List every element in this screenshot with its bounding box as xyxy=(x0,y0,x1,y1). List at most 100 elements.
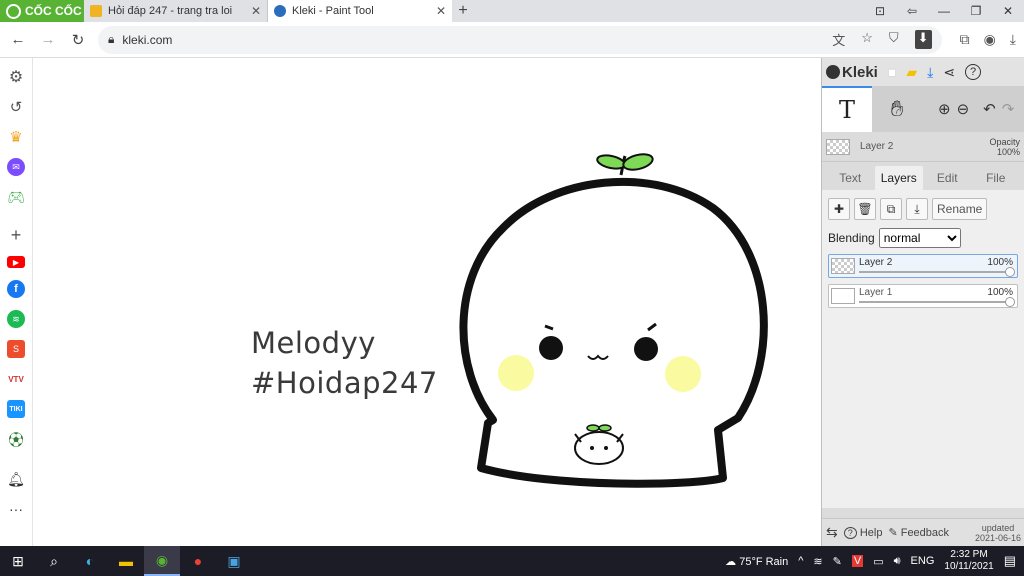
small-buddy-eye-left xyxy=(590,446,594,450)
new-tab-button[interactable]: + xyxy=(452,0,474,22)
minimize-button[interactable]: — xyxy=(928,4,960,18)
merge-layer-button[interactable]: ⤓ xyxy=(906,198,928,220)
blending-select[interactable]: normal xyxy=(878,228,961,248)
tab-layers[interactable]: Layers xyxy=(874,166,923,190)
profile-icon[interactable]: ◉ xyxy=(984,31,996,48)
close-window-button[interactable]: ✕ xyxy=(992,4,1024,18)
downloads-icon[interactable]: ⤓ xyxy=(1010,31,1016,48)
zoom-in-icon[interactable]: ⊕ xyxy=(938,100,951,118)
layer-opacity-slider[interactable] xyxy=(859,271,1011,273)
close-icon[interactable]: ✕ xyxy=(436,4,446,18)
photos-taskbar-button[interactable]: ▣ xyxy=(216,546,252,576)
share-icon[interactable]: ⋖ xyxy=(943,64,955,81)
extensions-icon[interactable]: ⧉ xyxy=(960,31,970,48)
hoidap-favicon-icon xyxy=(90,5,102,17)
left-cheek xyxy=(498,355,534,391)
text-tool-button[interactable]: T xyxy=(822,86,872,132)
layer-item-layer-1[interactable]: Layer 1 100% xyxy=(828,284,1018,308)
shopee-icon[interactable]: S xyxy=(7,340,25,358)
restore-button[interactable]: ❐ xyxy=(960,4,992,18)
swap-side-icon[interactable]: ⇆ xyxy=(826,524,838,541)
history-icon[interactable]: ↺ xyxy=(7,98,25,116)
football-icon[interactable]: ⚽︎ xyxy=(7,430,25,449)
redo-icon[interactable]: ↷ xyxy=(1002,100,1015,118)
zoom-out-icon[interactable]: ⊖ xyxy=(957,100,970,118)
explorer-taskbar-button[interactable]: ▬ xyxy=(108,546,144,576)
tiki-icon[interactable]: TIKI xyxy=(7,400,25,418)
youtube-icon[interactable]: ▶ xyxy=(7,256,25,268)
kleki-logo[interactable]: Kleki xyxy=(826,64,878,81)
close-icon[interactable]: ✕ xyxy=(251,4,261,18)
canvas-drawing xyxy=(459,153,768,488)
volume-icon[interactable]: 🔊︎ xyxy=(894,555,901,568)
slider-knob[interactable] xyxy=(1005,297,1015,307)
opacity-label: Opacity xyxy=(989,136,1020,147)
drawing-canvas[interactable]: Melodyy #Hoidap247 xyxy=(33,58,821,546)
star-icon[interactable]: ☆ xyxy=(861,30,873,49)
shield-icon[interactable]: ⛉ xyxy=(889,30,899,49)
translate-icon[interactable]: 文 xyxy=(832,30,845,49)
coccoc-taskbar-button[interactable]: ◉ xyxy=(144,546,180,576)
history-controls: ↶ ↷ xyxy=(983,100,1014,118)
pen-icon[interactable]: ✎ xyxy=(833,555,842,568)
crown-icon[interactable]: ♛ xyxy=(7,128,25,146)
hand-tool-button[interactable]: ✋︎ xyxy=(872,89,922,129)
chrome-taskbar-button[interactable]: ● xyxy=(180,546,216,576)
help-icon[interactable]: ? xyxy=(965,64,982,80)
more-icon[interactable]: ··· xyxy=(7,500,25,518)
gamepad-icon[interactable]: 🎮︎ xyxy=(7,188,25,206)
clock[interactable]: 2:32 PM 10/11/2021 xyxy=(944,549,993,573)
feedback-icon: ✎ xyxy=(888,527,898,539)
download-media-icon[interactable]: ⬇ xyxy=(914,30,932,49)
new-image-icon[interactable]: ■ xyxy=(888,64,896,80)
wifi-icon[interactable]: ≋ xyxy=(813,555,822,568)
search-button[interactable]: ⌕ xyxy=(36,546,72,576)
tab-file[interactable]: File xyxy=(972,166,1021,190)
tab-text[interactable]: Text xyxy=(826,166,875,190)
feedback-link[interactable]: ✎ Feedback xyxy=(888,526,949,539)
coccoc-menu-button[interactable]: CỐC CỐC xyxy=(0,0,84,22)
layer-name: Layer 1 xyxy=(859,287,893,298)
delete-layer-button[interactable]: 🗑︎ xyxy=(854,198,876,220)
gear-icon[interactable]: ⚙ xyxy=(7,68,25,86)
tab-kleki[interactable]: Kleki - Paint Tool ✕ xyxy=(268,0,452,22)
undo-icon[interactable]: ↶ xyxy=(983,100,996,118)
vtv-icon[interactable]: VTV xyxy=(7,370,25,388)
forward-button[interactable]: → xyxy=(38,31,58,48)
weather-widget[interactable]: ☁︎ 75°F Rain xyxy=(725,555,788,568)
start-button[interactable]: ⊞ xyxy=(0,546,36,576)
slider-knob[interactable] xyxy=(1005,267,1015,277)
sprout-leaf-right xyxy=(622,153,654,171)
system-tray: ☁︎ 75°F Rain ^ ≋ ✎ V ▭ 🔊︎ ENG 2:32 PM 10… xyxy=(725,549,1024,573)
tab-edit[interactable]: Edit xyxy=(923,166,972,190)
rename-button[interactable]: Rename xyxy=(932,198,988,220)
duplicate-layer-button[interactable]: ⧉ xyxy=(880,198,902,220)
facebook-icon[interactable]: f xyxy=(7,280,25,298)
chevron-up-icon[interactable]: ^ xyxy=(798,555,803,567)
back-button[interactable]: ← xyxy=(8,31,28,48)
bell-icon[interactable]: 🔔︎ xyxy=(7,470,25,488)
edge-taskbar-button[interactable]: ◐ xyxy=(72,546,108,576)
battery-icon[interactable]: ▭ xyxy=(873,555,883,568)
notification-icon[interactable]: ▤ xyxy=(1004,553,1016,569)
kleki-logo-icon xyxy=(826,65,840,79)
download-icon[interactable]: ⤓ xyxy=(927,64,933,81)
messenger-icon[interactable]: ✉ xyxy=(7,158,25,176)
reading-mode-icon[interactable]: ⊡ xyxy=(864,4,896,18)
layer-item-layer-2[interactable]: Layer 2 100% xyxy=(828,254,1018,278)
updated-info: updated 2021-06-16 xyxy=(975,523,1021,543)
help-link[interactable]: ? Help xyxy=(843,526,882,539)
layer-opacity-slider[interactable] xyxy=(859,301,1011,303)
tab-hoidap247[interactable]: Hỏi đáp 247 - trang tra loi ✕ xyxy=(84,0,268,22)
vivaldi-tray-icon[interactable]: V xyxy=(851,555,864,567)
back-arrow-icon[interactable]: ⇦ xyxy=(896,4,928,18)
plus-icon[interactable]: + xyxy=(7,225,25,245)
spotify-icon[interactable]: ≋ xyxy=(7,310,25,328)
open-folder-icon[interactable]: ▰ xyxy=(906,64,917,81)
add-layer-button[interactable]: ✚ xyxy=(828,198,850,220)
plus-icon: + xyxy=(458,2,468,19)
url-input[interactable]: 🔒︎ kleki.com 文 ☆ ⛉ ⬇ xyxy=(98,25,942,54)
language-indicator[interactable]: ENG xyxy=(911,555,935,567)
reload-button[interactable]: ↻ xyxy=(68,31,88,49)
search-icon: ⌕ xyxy=(50,552,58,569)
